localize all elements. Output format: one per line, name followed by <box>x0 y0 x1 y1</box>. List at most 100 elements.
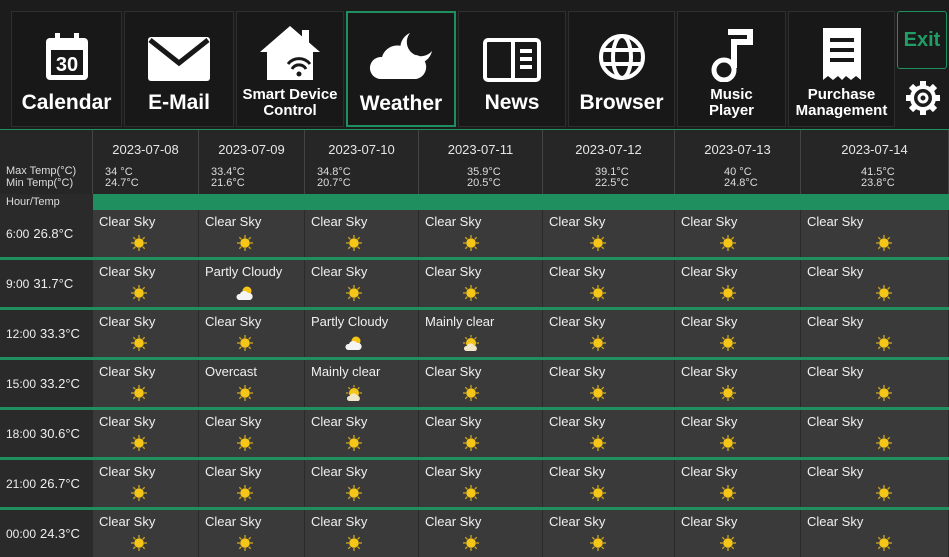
condition-label: Overcast <box>205 364 258 379</box>
sun-icon <box>345 434 363 451</box>
sun-icon <box>589 384 607 401</box>
weather-cell[interactable]: Overcast <box>199 360 305 407</box>
day-min-temp: 22.5°C <box>595 177 629 189</box>
condition-label: Clear Sky <box>205 464 262 479</box>
weather-cell[interactable]: Clear Sky <box>675 360 801 407</box>
date-cell: 2023-07-12 39.1°C 22.5°C <box>543 130 675 195</box>
condition-label: Mainly clear <box>425 314 495 329</box>
condition-label: Clear Sky <box>99 314 156 329</box>
weather-cell[interactable]: Clear Sky <box>419 460 543 507</box>
hour-temp-cell: 00:00 24.3°C <box>0 510 93 557</box>
weather-cell[interactable]: Clear Sky <box>543 410 675 457</box>
day-date: 2023-07-09 <box>218 142 285 157</box>
weather-cell[interactable]: Clear Sky <box>801 510 949 557</box>
receipt-icon <box>822 28 861 80</box>
news-button[interactable]: News <box>458 11 566 127</box>
weather-cell[interactable]: Clear Sky <box>801 260 949 307</box>
condition-label: Partly Cloudy <box>205 264 283 279</box>
condition-label: Mainly clear <box>311 364 381 379</box>
weather-cell[interactable]: Clear Sky <box>93 460 199 507</box>
weather-cell[interactable]: Clear Sky <box>675 460 801 507</box>
weather-cell[interactable]: Clear Sky <box>199 510 305 557</box>
browser-button[interactable]: Browser <box>568 11 675 127</box>
weather-cell[interactable]: Clear Sky <box>419 410 543 457</box>
smart-device-label: Smart Device Control <box>242 86 338 119</box>
weather-cell[interactable]: Clear Sky <box>675 260 801 307</box>
weather-cell[interactable]: Partly Cloudy <box>305 310 419 357</box>
sun-icon <box>236 234 254 251</box>
weather-cell[interactable]: Clear Sky <box>419 360 543 407</box>
condition-label: Clear Sky <box>807 414 864 429</box>
day-date: 2023-07-08 <box>112 142 179 157</box>
cloud-moon-icon <box>369 33 432 79</box>
weather-cell[interactable]: Clear Sky <box>543 260 675 307</box>
music-player-button[interactable]: Music Player <box>677 11 786 127</box>
exit-button[interactable]: Exit <box>897 11 947 69</box>
weather-cell[interactable]: Partly Cloudy <box>199 260 305 307</box>
weather-cell[interactable]: Clear Sky <box>543 210 675 257</box>
hour-header-bar: Hour/Temp <box>0 194 949 210</box>
weather-cell[interactable]: Clear Sky <box>199 410 305 457</box>
hour-temp: 33.3°C <box>40 326 80 341</box>
sun-icon <box>875 384 893 401</box>
weather-cell[interactable]: Clear Sky <box>675 410 801 457</box>
hour-temp-cell: 21:00 26.7°C <box>0 460 93 507</box>
weather-cell[interactable]: Clear Sky <box>305 460 419 507</box>
weather-label: Weather <box>359 91 443 115</box>
weather-cell[interactable]: Clear Sky <box>93 260 199 307</box>
weather-cell[interactable]: Clear Sky <box>675 310 801 357</box>
day-date: 2023-07-14 <box>841 142 908 157</box>
weather-cell[interactable]: Clear Sky <box>419 260 543 307</box>
hour-temp-cell: 6:00 26.8°C <box>0 210 93 257</box>
hour-temp-cell: 18:00 30.6°C <box>0 410 93 457</box>
sun-icon <box>462 534 480 551</box>
weather-cell[interactable]: Clear Sky <box>305 260 419 307</box>
sun-icon <box>130 484 148 501</box>
weather-cell[interactable]: Clear Sky <box>801 410 949 457</box>
weather-cell[interactable]: Clear Sky <box>199 310 305 357</box>
weather-cell[interactable]: Clear Sky <box>419 510 543 557</box>
condition-label: Clear Sky <box>205 314 262 329</box>
weather-cell[interactable]: Clear Sky <box>93 210 199 257</box>
sun-icon <box>875 284 893 301</box>
calendar-button[interactable]: 30 Calendar <box>11 11 122 127</box>
weather-button[interactable]: Weather <box>346 11 456 127</box>
weather-cell[interactable]: Clear Sky <box>93 410 199 457</box>
sun-icon <box>719 284 737 301</box>
date-cell: 2023-07-09 33.4°C 21.6°C <box>199 130 305 195</box>
weather-cell[interactable]: Clear Sky <box>419 210 543 257</box>
weather-cell[interactable]: Mainly clear <box>419 310 543 357</box>
weather-cell[interactable]: Clear Sky <box>305 210 419 257</box>
weather-cell[interactable]: Clear Sky <box>675 210 801 257</box>
sun-icon <box>236 384 254 401</box>
smart-device-button[interactable]: Smart Device Control <box>236 11 344 127</box>
email-button[interactable]: E-Mail <box>124 11 234 127</box>
weather-cell[interactable]: Clear Sky <box>93 510 199 557</box>
weather-cell[interactable]: Clear Sky <box>199 210 305 257</box>
weather-cell[interactable]: Clear Sky <box>543 460 675 507</box>
weather-cell[interactable]: Clear Sky <box>305 510 419 557</box>
weather-cell[interactable]: Mainly clear <box>305 360 419 407</box>
condition-label: Clear Sky <box>681 264 738 279</box>
condition-label: Clear Sky <box>425 214 482 229</box>
purchase-management-button[interactable]: Purchase Management <box>788 11 895 127</box>
hour-temp-header: Hour/Temp <box>0 194 93 210</box>
weather-cell[interactable]: Clear Sky <box>305 410 419 457</box>
weather-cell[interactable]: Clear Sky <box>543 310 675 357</box>
sun-icon <box>130 284 148 301</box>
weather-cell[interactable]: Clear Sky <box>543 360 675 407</box>
weather-cell[interactable]: Clear Sky <box>543 510 675 557</box>
weather-cell[interactable]: Clear Sky <box>93 310 199 357</box>
weather-cell[interactable]: Clear Sky <box>199 460 305 507</box>
settings-button[interactable] <box>903 76 943 120</box>
weather-cell[interactable]: Clear Sky <box>801 310 949 357</box>
day-min-temp: 24.7°C <box>105 177 139 189</box>
weather-cell[interactable]: Clear Sky <box>675 510 801 557</box>
weather-cell[interactable]: Clear Sky <box>801 360 949 407</box>
weather-cell[interactable]: Clear Sky <box>93 360 199 407</box>
sun-icon <box>236 434 254 451</box>
sun-icon <box>130 534 148 551</box>
weather-cell[interactable]: Clear Sky <box>801 460 949 507</box>
calendar-icon: 30 <box>45 33 88 80</box>
weather-cell[interactable]: Clear Sky <box>801 210 949 257</box>
